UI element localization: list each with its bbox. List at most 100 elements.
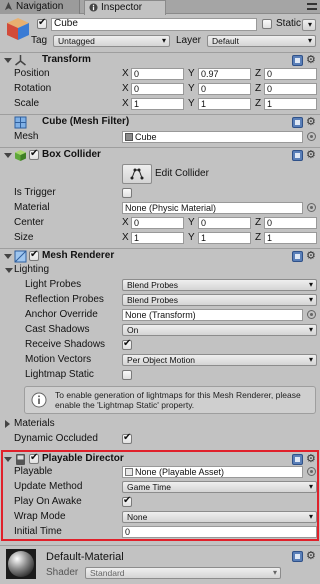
- anchor-override-field[interactable]: None (Transform): [122, 309, 303, 321]
- lightmap-static-checkbox[interactable]: [122, 370, 132, 380]
- help-icon[interactable]: [292, 251, 303, 262]
- mesh-renderer-title: Mesh Renderer: [42, 250, 115, 261]
- playable-director-header[interactable]: Playable Director ⚙: [3, 452, 317, 467]
- static-checkbox[interactable]: [262, 19, 272, 29]
- light-probes-dropdown[interactable]: Blend Probes: [122, 279, 317, 291]
- lighting-label[interactable]: Lighting: [14, 264, 49, 276]
- box-collider-title: Box Collider: [42, 149, 101, 160]
- gear-icon[interactable]: ⚙: [306, 251, 316, 262]
- rotation-y-field[interactable]: 0: [198, 83, 251, 95]
- gear-icon[interactable]: ⚙: [306, 117, 316, 128]
- tag-label: Tag: [31, 35, 48, 46]
- rotation-z-field[interactable]: 0: [264, 83, 317, 95]
- center-label: Center: [14, 217, 45, 228]
- edit-collider-button[interactable]: [122, 164, 152, 184]
- gear-icon[interactable]: ⚙: [306, 454, 316, 465]
- update-method-dropdown[interactable]: Game Time: [122, 481, 317, 493]
- transform-foldout-icon[interactable]: [4, 58, 12, 63]
- tag-dropdown[interactable]: Untagged: [53, 35, 170, 47]
- axis-x-label: X: [122, 232, 129, 243]
- lighting-foldout-icon[interactable]: [5, 268, 13, 273]
- help-icon[interactable]: [292, 454, 303, 465]
- static-dropdown[interactable]: [302, 19, 316, 31]
- playable-director-title: Playable Director: [42, 453, 124, 464]
- tab-menu-icon[interactable]: [307, 3, 317, 11]
- cast-shadows-dropdown[interactable]: On: [122, 324, 317, 336]
- initial-time-field[interactable]: 0: [122, 526, 317, 538]
- gear-icon[interactable]: ⚙: [306, 551, 316, 562]
- dynamic-occluded-checkbox[interactable]: [122, 432, 132, 444]
- object-name-field[interactable]: Cube: [51, 18, 257, 31]
- navigation-icon: [4, 2, 13, 11]
- help-icon[interactable]: [292, 150, 303, 161]
- receive-shadows-checkbox[interactable]: [122, 338, 132, 350]
- center-z-field[interactable]: 0: [264, 217, 317, 229]
- mesh-filter-title: Cube (Mesh Filter): [42, 116, 130, 127]
- axis-x-label: X: [122, 98, 129, 109]
- reflection-probes-dropdown[interactable]: Blend Probes: [122, 294, 317, 306]
- motion-vectors-dropdown[interactable]: Per Object Motion: [122, 354, 317, 366]
- wrap-mode-dropdown[interactable]: None: [122, 511, 317, 523]
- playable-director-foldout-icon[interactable]: [4, 457, 12, 462]
- size-label: Size: [14, 232, 34, 243]
- layer-dropdown[interactable]: Default: [207, 35, 316, 47]
- shader-dropdown[interactable]: Standard: [85, 567, 281, 579]
- cast-shadows-label: Cast Shadows: [25, 324, 90, 335]
- size-y-field[interactable]: 1: [198, 232, 251, 244]
- mesh-renderer-header[interactable]: Mesh Renderer ⚙: [0, 248, 320, 263]
- material-field[interactable]: None (Physic Material): [122, 202, 303, 214]
- tab-navigation[interactable]: Navigation: [0, 0, 80, 14]
- position-label: Position: [14, 68, 50, 79]
- play-on-awake-checkbox[interactable]: [122, 495, 132, 507]
- materials-label[interactable]: Materials: [14, 418, 55, 430]
- box-collider-foldout-icon[interactable]: [4, 153, 12, 158]
- mesh-filter-icon: [14, 116, 27, 129]
- object-picker-icon[interactable]: [307, 203, 316, 212]
- position-z-field[interactable]: 0: [264, 68, 317, 80]
- help-icon[interactable]: [292, 551, 303, 562]
- materials-foldout-icon[interactable]: [5, 420, 10, 428]
- mesh-renderer-foldout-icon[interactable]: [4, 254, 12, 259]
- scale-z-field[interactable]: 1: [264, 98, 317, 110]
- size-z-field[interactable]: 1: [264, 232, 317, 244]
- playable-director-enabled-checkbox[interactable]: [29, 452, 39, 464]
- position-x-field[interactable]: 0: [131, 68, 184, 80]
- material-label: Material: [14, 202, 50, 213]
- help-icon[interactable]: [292, 117, 303, 128]
- size-x-field[interactable]: 1: [131, 232, 184, 244]
- axis-y-label: Y: [188, 68, 195, 79]
- object-active-checkbox[interactable]: [37, 17, 47, 29]
- box-collider-enabled-checkbox[interactable]: [29, 148, 39, 160]
- playable-asset-icon: [125, 468, 133, 476]
- mesh-renderer-enabled-checkbox[interactable]: [29, 249, 39, 261]
- playable-value: None (Playable Asset): [135, 467, 225, 477]
- axis-z-label: Z: [255, 83, 262, 94]
- receive-shadows-label: Receive Shadows: [25, 339, 106, 350]
- mesh-field[interactable]: Cube: [122, 131, 303, 143]
- box-collider-header[interactable]: Box Collider ⚙: [0, 147, 320, 162]
- help-icon[interactable]: [292, 55, 303, 66]
- playable-field[interactable]: None (Playable Asset): [122, 466, 303, 478]
- scale-y-field[interactable]: 1: [198, 98, 251, 110]
- center-y-field[interactable]: 0: [198, 217, 251, 229]
- rotation-x-field[interactable]: 0: [131, 83, 184, 95]
- transform-header[interactable]: Transform ⚙: [0, 52, 320, 67]
- is-trigger-checkbox[interactable]: [122, 188, 132, 198]
- edit-collider-label: Edit Collider: [155, 168, 209, 179]
- lightmap-info-text: To enable generation of lightmaps for th…: [55, 390, 301, 410]
- tab-inspector-label: Inspector: [101, 2, 143, 13]
- center-x-field[interactable]: 0: [131, 217, 184, 229]
- axis-z-label: Z: [255, 68, 262, 79]
- object-picker-icon[interactable]: [307, 310, 316, 319]
- object-picker-icon[interactable]: [307, 467, 316, 476]
- gear-icon[interactable]: ⚙: [306, 55, 316, 66]
- tab-inspector[interactable]: Inspector: [84, 0, 166, 15]
- reflection-probes-label: Reflection Probes: [25, 294, 104, 305]
- is-trigger-label: Is Trigger: [14, 187, 56, 198]
- mesh-filter-header[interactable]: Cube (Mesh Filter) ⚙: [0, 114, 320, 129]
- object-picker-icon[interactable]: [307, 132, 316, 141]
- gear-icon[interactable]: ⚙: [306, 150, 316, 161]
- scale-x-field[interactable]: 1: [131, 98, 184, 110]
- axis-y-label: Y: [188, 232, 195, 243]
- position-y-field[interactable]: 0.97: [198, 68, 251, 80]
